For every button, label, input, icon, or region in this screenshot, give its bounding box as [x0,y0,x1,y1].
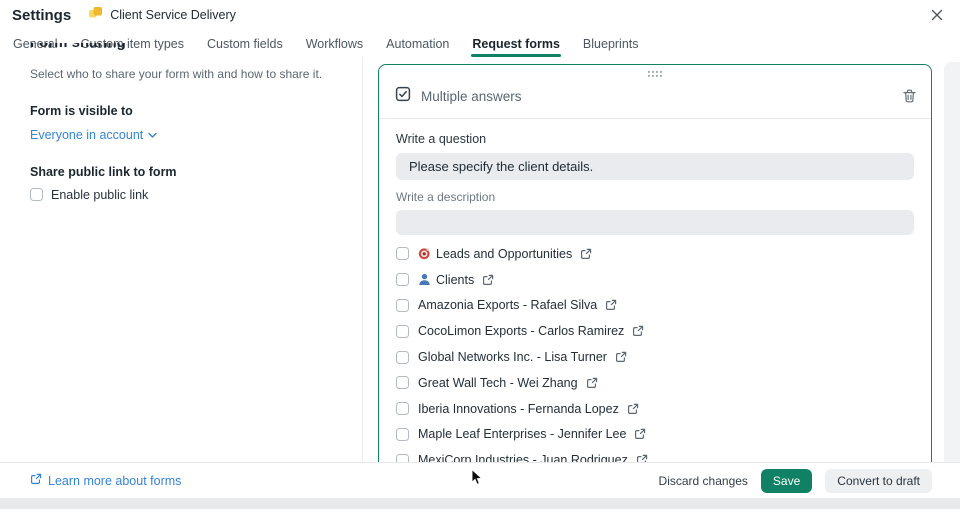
content-area: Select who to share your form with and h… [0,57,960,462]
drag-dots-icon[interactable] [379,68,931,81]
question-label: Write a question [396,132,914,146]
option-checkbox[interactable] [396,325,409,338]
branch-arrow-icon[interactable] [636,454,648,462]
option-checkbox[interactable] [396,247,409,260]
option-row: CocoLimon Exports - Carlos Ramirez [396,318,914,344]
learn-more-link[interactable]: Learn more about forms [30,473,181,488]
close-icon[interactable] [928,6,946,24]
enable-public-link-row: Enable public link [30,188,334,202]
title-bar: Settings Client Service Delivery [0,0,960,30]
public-link-heading: Share public link to form [30,165,334,179]
footer-bar: Learn more about forms Discard changes S… [0,462,960,498]
options-list: Leads and Opportunities [396,241,914,462]
enable-public-link-checkbox[interactable] [30,188,43,201]
branch-arrow-icon[interactable] [615,351,627,363]
save-button[interactable]: Save [761,469,812,493]
enable-public-link-label: Enable public link [51,188,148,202]
option-checkbox[interactable] [396,454,409,462]
convert-to-draft-button[interactable]: Convert to draft [825,469,932,493]
option-row: Great Wall Tech - Wei Zhang [396,370,914,396]
space-icon [88,5,103,25]
option-row: MexiCorp Industries - Juan Rodriguez [396,447,914,462]
external-link-icon [30,473,42,488]
tab-automation[interactable]: Automation [385,31,450,57]
option-row: Maple Leaf Enterprises - Jennifer Lee [396,422,914,448]
branch-arrow-icon[interactable] [586,377,598,389]
option-row: Leads and Opportunities [396,241,914,267]
chevron-down-icon [148,128,157,142]
branch-arrow-icon[interactable] [482,274,494,286]
question-input[interactable]: Please specify the client details. [396,153,914,180]
sharing-panel: Select who to share your form with and h… [0,57,363,462]
person-icon [418,273,431,286]
branch-arrow-icon[interactable] [632,325,644,337]
target-icon [418,247,431,260]
tab-workflows[interactable]: Workflows [305,31,364,57]
settings-window: Settings Client Service Delivery General… [0,0,960,509]
tab-request-forms[interactable]: Request forms [471,31,561,57]
option-checkbox[interactable] [396,351,409,364]
window-bottom-edge [0,498,960,509]
option-row: Amazonia Exports - Rafael Silva [396,293,914,319]
question-card: Multiple answers [378,64,932,462]
option-row: Iberia Innovations - Fernanda Lopez [396,396,914,422]
branch-arrow-icon[interactable] [605,299,617,311]
scrollbar-track[interactable] [944,62,960,462]
visibility-dropdown[interactable]: Everyone in account [30,128,157,142]
card-divider [379,118,931,119]
visibility-value: Everyone in account [30,128,143,142]
question-card-body: Write a question Please specify the clie… [379,132,931,462]
trash-icon[interactable] [903,89,916,103]
multiple-answers-icon [395,86,411,107]
option-row: Global Networks Inc. - Lisa Turner [396,344,914,370]
discard-changes-button[interactable]: Discard changes [659,474,748,488]
branch-arrow-icon[interactable] [580,248,592,260]
branch-arrow-icon[interactable] [634,428,646,440]
option-checkbox[interactable] [396,402,409,415]
question-card-header: Multiple answers [379,81,931,111]
space-name: Client Service Delivery [110,8,236,22]
description-label: Write a description [396,190,914,204]
tab-blueprints[interactable]: Blueprints [582,31,640,57]
option-checkbox[interactable] [396,273,409,286]
option-row: Clients [396,267,914,293]
form-editor-area: Multiple answers [363,57,960,462]
sharing-intro: Select who to share your form with and h… [30,67,334,83]
visibility-label: Form is visible to [30,104,334,118]
option-checkbox[interactable] [396,428,409,441]
footer-actions: Discard changes Save Convert to draft [659,469,932,493]
learn-more-label: Learn more about forms [48,474,181,488]
option-checkbox[interactable] [396,299,409,312]
sharing-heading-clipped: Form sharing [30,43,250,54]
space-chip: Client Service Delivery [88,5,236,25]
branch-arrow-icon[interactable] [627,403,639,415]
page-title: Settings [12,7,71,24]
description-input[interactable] [396,210,914,235]
option-checkbox[interactable] [396,376,409,389]
question-type-label: Multiple answers [421,89,522,104]
